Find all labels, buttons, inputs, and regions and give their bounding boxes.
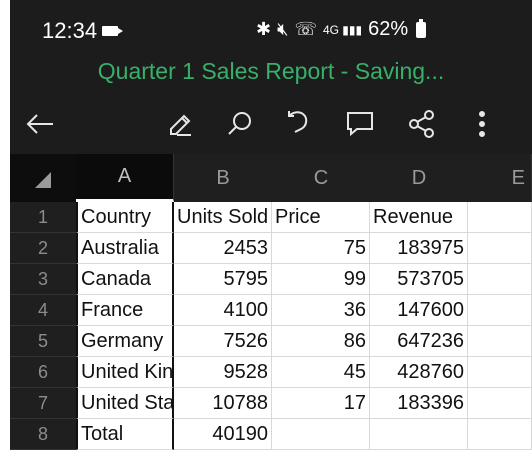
cell-e2[interactable] [468,233,532,264]
back-arrow-icon[interactable] [20,106,60,142]
column-header-a[interactable]: A [76,154,174,202]
status-bar: 12:34 ✱ 🔇︎ ☏ 4G ▮▮▮ 62% [10,0,532,56]
column-header-d[interactable]: D [370,154,469,202]
row-header-5[interactable]: 5 [10,326,76,357]
column-header-b[interactable]: B [174,154,273,202]
row-header-3[interactable]: 3 [10,264,76,295]
wifi-call-icon: ☏ [294,19,317,39]
cell-a1[interactable]: Country [76,202,174,233]
title-bar: Quarter 1 Sales Report - Saving... [10,56,532,96]
cell-d3[interactable]: 573705 [370,264,468,295]
cell-b1[interactable]: Units Sold [174,202,272,233]
toolbar [10,96,532,154]
cell-c1[interactable]: Price [272,202,370,233]
row-header-6[interactable]: 6 [10,357,76,388]
document-title: Quarter 1 Sales Report - Saving... [97,58,445,84]
column-header-e[interactable]: E [468,154,532,202]
row-header-2[interactable]: 2 [10,233,76,264]
more-icon[interactable] [462,106,502,142]
cell-e8[interactable] [468,419,532,450]
cell-e1[interactable] [468,202,532,233]
search-icon[interactable] [220,106,260,142]
cell-d6[interactable]: 428760 [370,357,468,388]
row-header-1[interactable]: 1 [10,202,76,233]
cell-b6[interactable]: 9528 [174,357,272,388]
cell-d2[interactable]: 183975 [370,233,468,264]
cell-a2[interactable]: Australia [76,233,174,264]
select-all-corner[interactable] [10,154,76,202]
signal-icon: 4G ▮▮▮ [322,22,363,37]
cell-c2[interactable]: 75 [272,233,370,264]
status-icons: ✱ 🔇︎ ☏ 4G ▮▮▮ 62% [256,18,427,41]
cell-a5[interactable]: Germany [76,326,174,357]
status-time: 12:34 [42,18,98,43]
cell-e4[interactable] [468,295,532,326]
cell-c4[interactable]: 36 [272,295,370,326]
video-record-icon [102,26,123,36]
cell-b4[interactable]: 4100 [174,295,272,326]
cell-d8[interactable] [370,419,468,450]
cell-b3[interactable]: 5795 [174,264,272,295]
comment-icon[interactable] [340,106,380,142]
cell-c5[interactable]: 86 [272,326,370,357]
row-header-4[interactable]: 4 [10,295,76,326]
mute-icon: 🔇︎ [277,19,289,39]
cell-a8[interactable]: Total [76,419,174,450]
edit-pen-icon[interactable] [162,106,202,142]
cell-d4[interactable]: 147600 [370,295,468,326]
cell-d1[interactable]: Revenue [370,202,468,233]
cell-c6[interactable]: 45 [272,357,370,388]
row-header-8[interactable]: 8 [10,419,76,450]
cell-c3[interactable]: 99 [272,264,370,295]
cell-b7[interactable]: 10788 [174,388,272,419]
cell-e6[interactable] [468,357,532,388]
spreadsheet-grid[interactable]: A B C D E 1 2 3 4 5 6 7 8 Country Units … [10,154,532,454]
cell-a3[interactable]: Canada [76,264,174,295]
cell-d7[interactable]: 183396 [370,388,468,419]
share-icon[interactable] [402,106,442,142]
bluetooth-icon: ✱ [256,19,272,39]
cell-b5[interactable]: 7526 [174,326,272,357]
column-header-c[interactable]: C [272,154,371,202]
cell-d5[interactable]: 647236 [370,326,468,357]
cell-a4[interactable]: France [76,295,174,326]
cell-e3[interactable] [468,264,532,295]
cell-a7[interactable]: United States [76,388,174,419]
cell-b8[interactable]: 40190 [174,419,272,450]
cell-e7[interactable] [468,388,532,419]
cell-b2[interactable]: 2453 [174,233,272,264]
cell-a6[interactable]: United Kingdom [76,357,174,388]
cell-c8[interactable] [272,419,370,450]
row-header-7[interactable]: 7 [10,388,76,419]
battery-icon [416,18,427,38]
undo-icon[interactable] [280,106,320,142]
cell-e5[interactable] [468,326,532,357]
battery-percent: 62% [368,18,409,40]
cell-c7[interactable]: 17 [272,388,370,419]
